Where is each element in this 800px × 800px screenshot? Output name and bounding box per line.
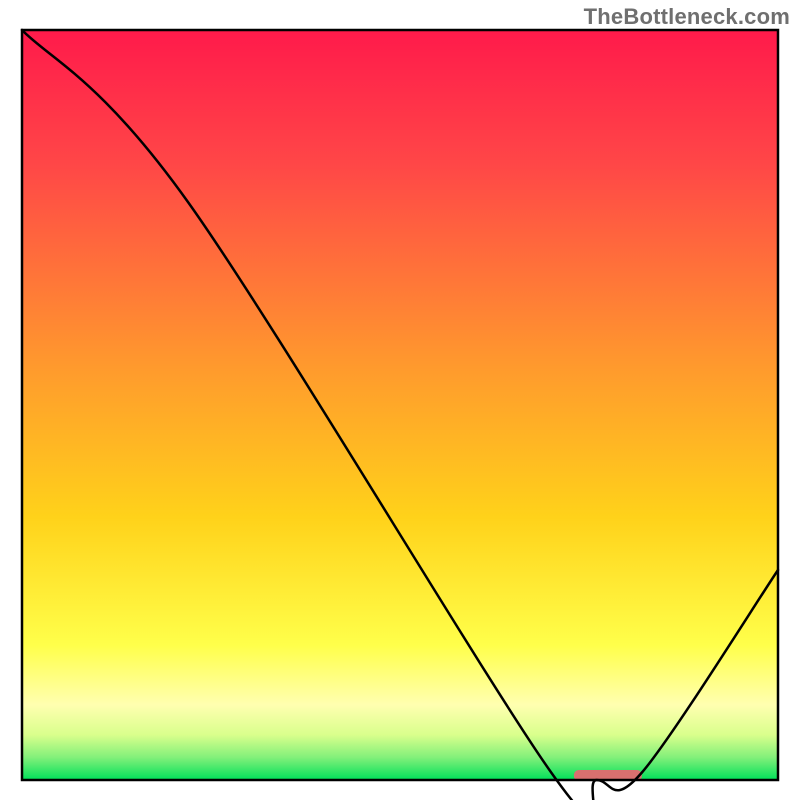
watermark-text: TheBottleneck.com (584, 4, 790, 30)
gradient-rect (22, 30, 778, 780)
bottleneck-chart (0, 0, 800, 800)
chart-root: TheBottleneck.com (0, 0, 800, 800)
